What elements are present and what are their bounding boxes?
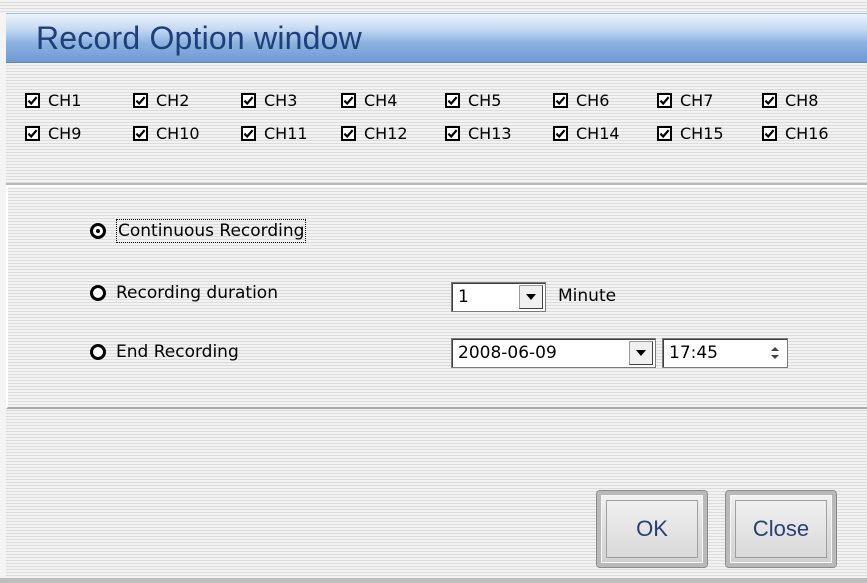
radio-icon [90,344,106,360]
checkbox-label: CH12 [364,123,408,143]
window-title: Record Option window [36,20,362,56]
checkbox-ch3[interactable]: CH3 [241,88,297,112]
checkbox-ch5[interactable]: CH5 [445,88,501,112]
window-bottom-edge [0,578,867,583]
radio-icon [90,285,106,301]
checkbox-label: CH2 [156,90,190,110]
channel-checkbox-grid: CH1 CH2 CH3 CH4 CH5 CH6 CH7 CH8 CH9 CH10… [25,88,865,158]
checkbox-ch2[interactable]: CH2 [133,88,189,112]
checkbox-label: CH1 [48,90,82,110]
checkbox-label: CH16 [785,123,829,143]
checkbox-label: CH13 [468,123,512,143]
checkbox-label: CH9 [48,123,82,143]
checkbox-ch1[interactable]: CH1 [25,88,81,112]
title-bar[interactable]: Record Option window [6,13,867,63]
radio-end-recording[interactable]: End Recording [90,342,239,362]
duration-select[interactable]: 1 [451,282,546,312]
checkbox-label: CH3 [264,90,298,110]
checkbox-label: CH7 [680,90,714,110]
checkbox-label: CH11 [264,123,308,143]
ok-button-label: OK [606,500,698,558]
ok-button[interactable]: OK [596,490,708,568]
duration-unit-label: Minute [558,286,617,306]
checkmark-icon [553,92,568,108]
checkmark-icon [133,125,148,141]
checkbox-ch11[interactable]: CH11 [241,121,308,145]
end-time-picker[interactable]: 17:45 [662,338,788,368]
spinner-arrows-icon[interactable] [766,342,784,364]
close-button-label: Close [735,500,827,558]
checkbox-label: CH15 [680,123,724,143]
checkbox-ch9[interactable]: CH9 [25,121,81,145]
checkbox-ch4[interactable]: CH4 [341,88,397,112]
checkmark-icon [133,92,148,108]
dropdown-arrow-icon[interactable] [629,341,653,365]
checkbox-ch8[interactable]: CH8 [762,88,818,112]
checkmark-icon [241,125,256,141]
end-time-value: 17:45 [669,343,718,363]
checkbox-ch14[interactable]: CH14 [553,121,620,145]
checkmark-icon [762,92,777,108]
checkmark-icon [25,92,40,108]
checkmark-icon [657,125,672,141]
end-date-value: 2008-06-09 [458,343,557,363]
checkmark-icon [762,125,777,141]
duration-value: 1 [458,287,469,307]
checkbox-ch10[interactable]: CH10 [133,121,200,145]
checkbox-label: CH5 [468,90,502,110]
checkbox-ch6[interactable]: CH6 [553,88,609,112]
radio-label: Recording duration [116,283,278,303]
checkbox-ch7[interactable]: CH7 [657,88,713,112]
close-button[interactable]: Close [725,490,837,568]
checkmark-icon [341,125,356,141]
checkbox-ch13[interactable]: CH13 [445,121,512,145]
radio-label: Continuous Recording [116,219,307,243]
checkbox-label: CH10 [156,123,200,143]
record-option-window: Record Option window CH1 CH2 CH3 CH4 CH5… [0,0,867,583]
checkbox-label: CH4 [364,90,398,110]
checkmark-icon [553,125,568,141]
checkmark-icon [25,125,40,141]
checkbox-ch12[interactable]: CH12 [341,121,408,145]
radio-continuous-recording[interactable]: Continuous Recording [90,219,307,243]
checkbox-label: CH14 [576,123,620,143]
checkbox-label: CH8 [785,90,819,110]
checkbox-ch15[interactable]: CH15 [657,121,724,145]
radio-label: End Recording [116,342,239,362]
checkbox-label: CH6 [576,90,610,110]
checkmark-icon [445,92,460,108]
checkbox-ch16[interactable]: CH16 [762,121,829,145]
checkmark-icon [657,92,672,108]
radio-recording-duration[interactable]: Recording duration [90,283,278,303]
dropdown-arrow-icon[interactable] [519,285,543,309]
checkmark-icon [341,92,356,108]
end-date-picker[interactable]: 2008-06-09 [451,338,656,368]
radio-selected-icon [90,223,106,239]
checkmark-icon [241,92,256,108]
checkmark-icon [445,125,460,141]
